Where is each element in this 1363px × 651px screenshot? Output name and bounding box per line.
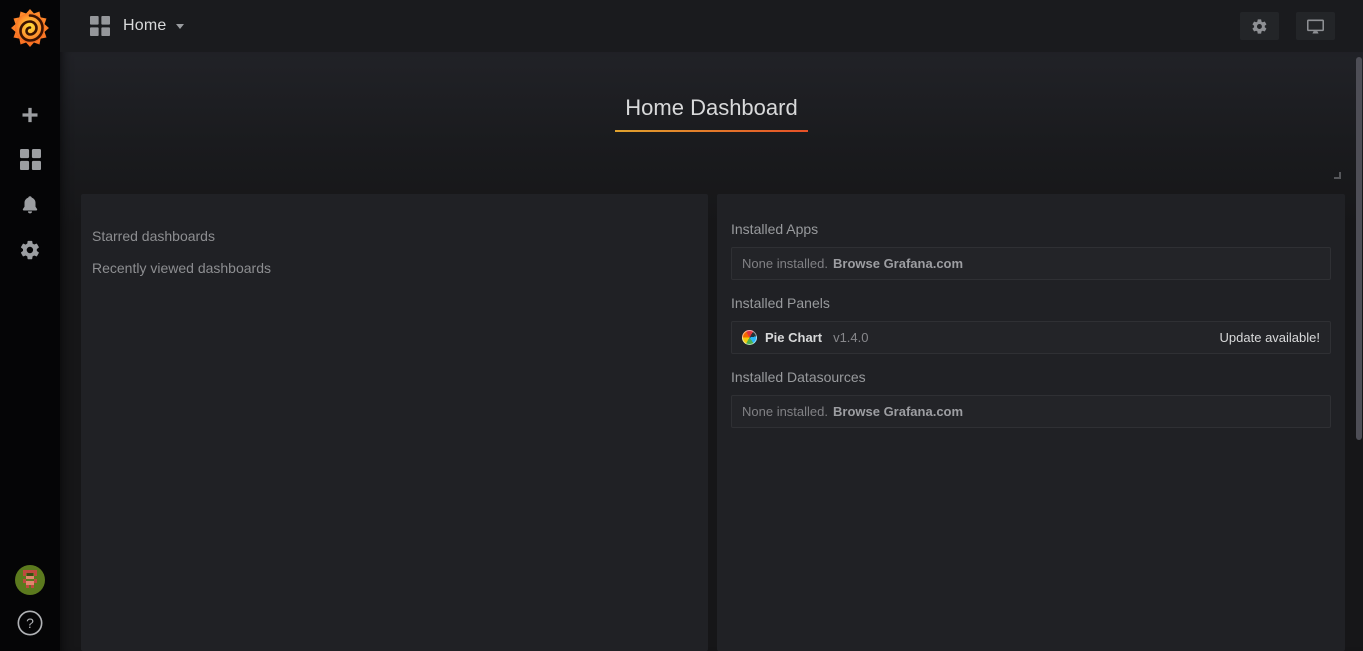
- user-avatar: [15, 565, 45, 595]
- installed-datasources-empty-row: None installed. Browse Grafana.com: [731, 395, 1331, 428]
- help-icon: ?: [16, 609, 44, 637]
- grafana-logo-icon: [10, 8, 50, 48]
- none-installed-text: None installed.: [742, 404, 828, 419]
- plugin-row-pie-chart[interactable]: Pie Chart v1.4.0 Update available!: [731, 321, 1331, 354]
- cycle-view-mode-button[interactable]: [1296, 12, 1335, 40]
- plugin-version: v1.4.0: [833, 330, 868, 345]
- panel-resize-grip[interactable]: [1334, 172, 1341, 179]
- grafana-logo[interactable]: [0, 0, 60, 56]
- dashboard-list-panel: Starred dashboards Recently viewed dashb…: [81, 194, 708, 651]
- none-installed-text: None installed.: [742, 256, 828, 271]
- update-available-link[interactable]: Update available!: [1220, 330, 1320, 345]
- plugin-name: Pie Chart: [765, 330, 822, 345]
- browse-grafana-link[interactable]: Browse Grafana.com: [833, 256, 963, 271]
- dashboard-canvas: Home Dashboard Starred dashboards Recent…: [60, 52, 1363, 651]
- dashboard-picker-button[interactable]: Home: [90, 16, 184, 36]
- alerting-bell-icon: [19, 194, 41, 216]
- current-dashboard-name: Home: [123, 17, 166, 35]
- section-title-installed-datasources: Installed Datasources: [731, 369, 1331, 385]
- sidebar-item-profile[interactable]: [15, 565, 45, 595]
- sidebar-item-help[interactable]: ?: [16, 609, 44, 637]
- plugin-list-panel: Installed Apps None installed. Browse Gr…: [717, 194, 1345, 651]
- dashboard-settings-button[interactable]: [1240, 12, 1279, 40]
- sidebar: ?: [0, 0, 60, 651]
- dashboards-icon: [20, 149, 41, 170]
- section-title-installed-panels: Installed Panels: [731, 295, 1331, 311]
- header-panel: Home Dashboard: [60, 52, 1363, 132]
- sidebar-item-configuration[interactable]: [0, 227, 60, 272]
- chevron-down-icon: [176, 24, 184, 29]
- cycle-view-mode-icon: [1306, 18, 1325, 35]
- starred-dashboards-header[interactable]: Starred dashboards: [92, 220, 697, 252]
- recent-dashboards-header[interactable]: Recently viewed dashboards: [92, 252, 697, 284]
- sidebar-item-alerting[interactable]: [0, 182, 60, 227]
- sidebar-menu: [0, 92, 60, 272]
- sidebar-item-dashboards[interactable]: [0, 137, 60, 182]
- dashboard-picker-grid-icon: [90, 16, 110, 36]
- svg-text:?: ?: [26, 615, 34, 631]
- configuration-gear-icon: [19, 239, 41, 261]
- grafana-app: ? Home: [0, 0, 1363, 651]
- section-title-installed-apps: Installed Apps: [731, 221, 1331, 237]
- pie-chart-icon: [742, 330, 757, 345]
- plus-icon: [20, 105, 40, 125]
- installed-apps-empty-row: None installed. Browse Grafana.com: [731, 247, 1331, 280]
- dashboard-title: Home Dashboard: [615, 95, 807, 132]
- dashboard-settings-gear-icon: [1251, 18, 1268, 35]
- sidebar-bottom: ?: [15, 565, 45, 637]
- vertical-scrollbar[interactable]: [1356, 57, 1362, 440]
- navbar: Home: [60, 0, 1363, 52]
- browse-grafana-link[interactable]: Browse Grafana.com: [833, 404, 963, 419]
- sidebar-item-create[interactable]: [0, 92, 60, 137]
